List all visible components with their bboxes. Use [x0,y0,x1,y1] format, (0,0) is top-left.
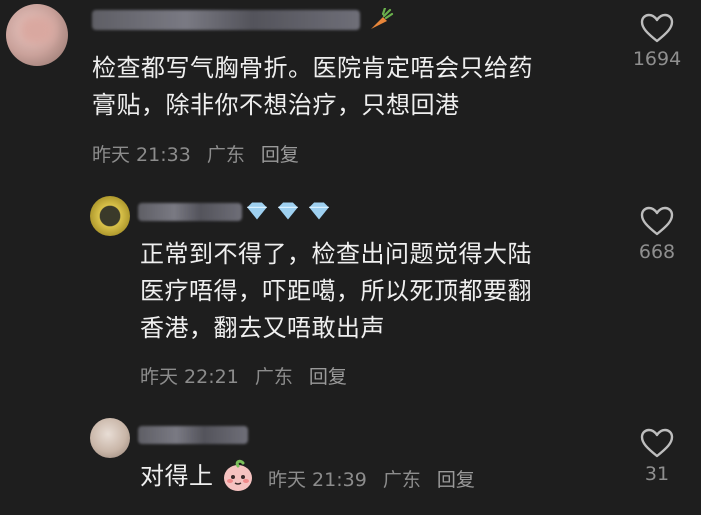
reply-button[interactable]: 回复 [437,469,475,491]
comment-meta: 昨天 21:39 广东 回复 [268,465,485,492]
location: 广东 [382,469,421,491]
username-blurred[interactable] [138,426,248,444]
comment-3: 对得上 昨天 21:39 广东 回复 31 [0,0,701,515]
heart-icon [640,428,674,458]
like-count: 31 [644,463,670,485]
avatar[interactable] [90,418,130,458]
peach-face-sticker-icon [224,459,252,491]
like-button[interactable]: 31 [627,427,687,485]
timestamp: 昨天 21:39 [268,469,367,491]
comment-text-line: 对得上 [140,462,214,490]
comment-text: 对得上 [140,458,214,495]
